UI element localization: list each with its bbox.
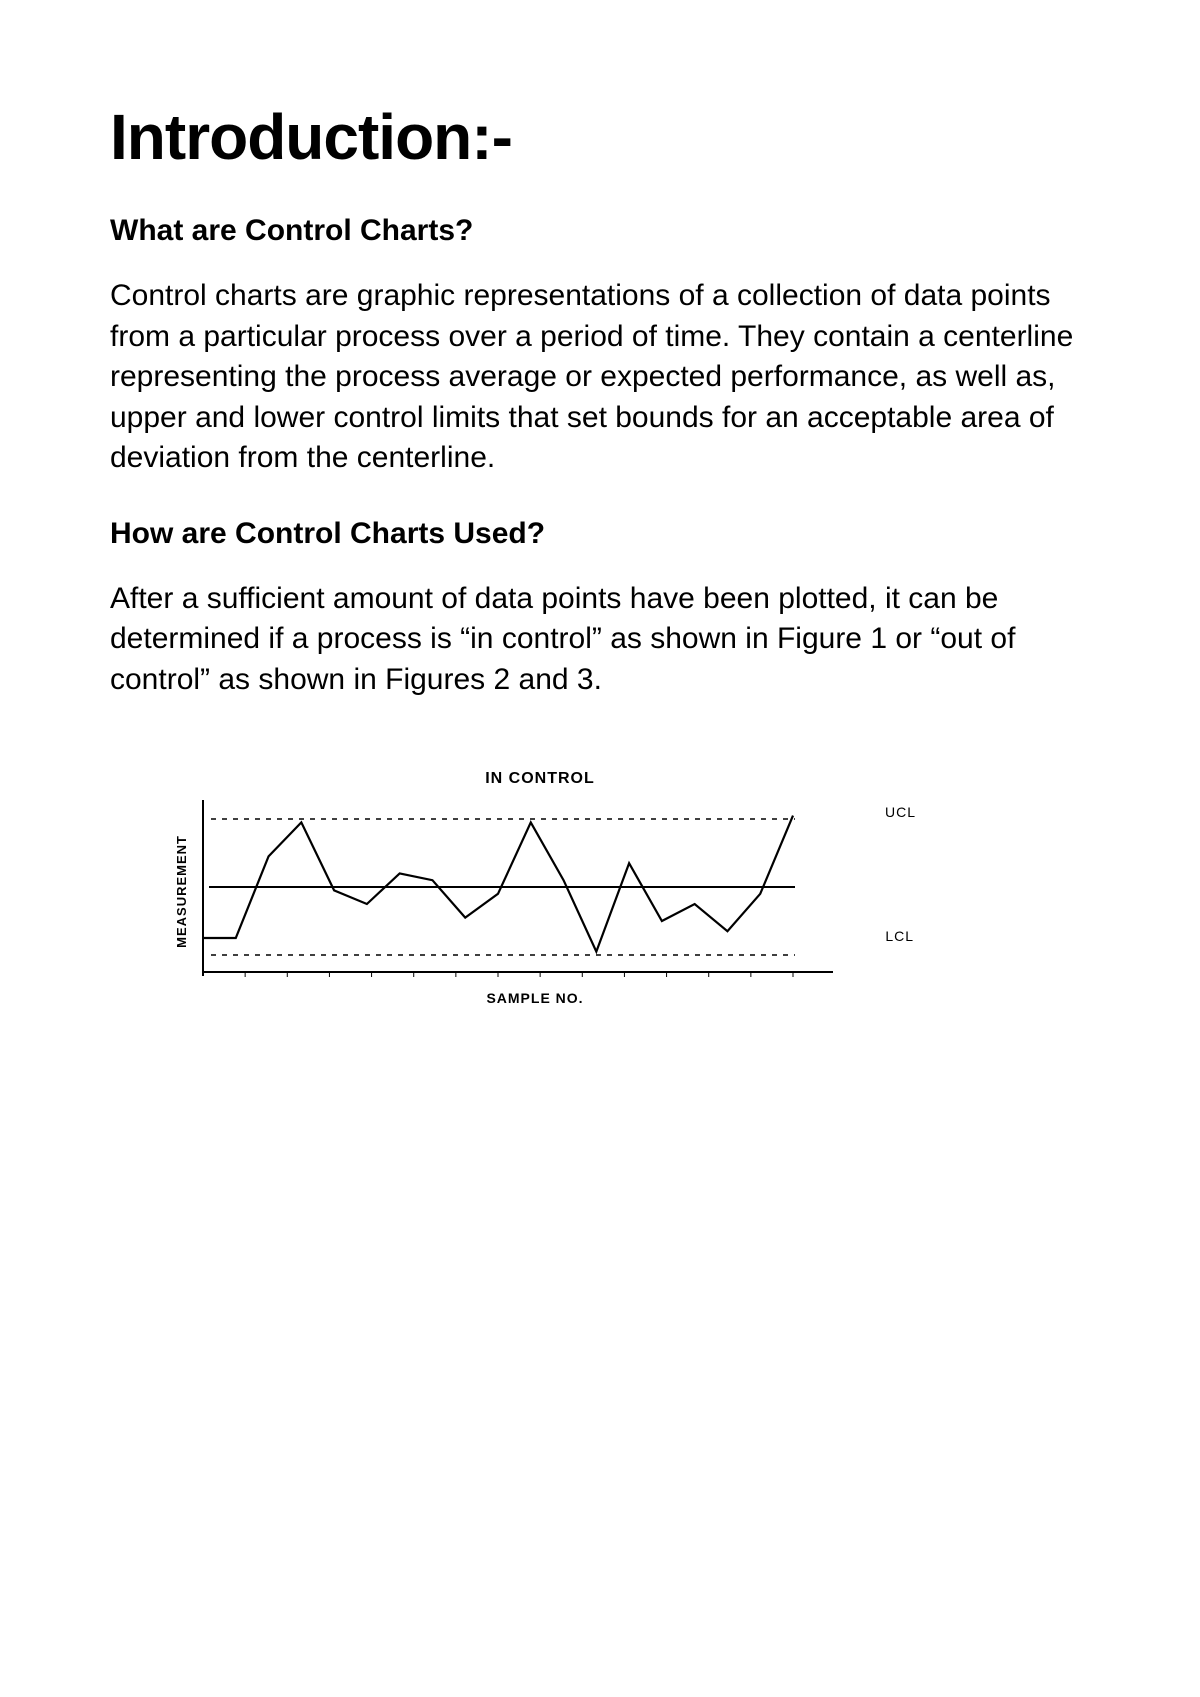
- section1-heading: What are Control Charts?: [110, 214, 1090, 248]
- control-chart-figure: IN CONTROL MEASUREMENT UCL LCL SAMPLE NO…: [170, 770, 870, 1006]
- chart-title: IN CONTROL: [210, 770, 870, 788]
- page-title: Introduction:-: [110, 100, 1090, 174]
- chart-plot-area: UCL LCL: [193, 796, 870, 986]
- chart-ucl-label: UCL: [885, 804, 916, 820]
- section2-body: After a sufficient amount of data points…: [110, 579, 1090, 701]
- chart-ylabel: MEASUREMENT: [170, 835, 193, 948]
- section2-heading: How are Control Charts Used?: [110, 517, 1090, 551]
- chart-lcl-label: LCL: [885, 928, 914, 944]
- chart-xlabel: SAMPLE NO.: [200, 990, 870, 1006]
- section1-body: Control charts are graphic representatio…: [110, 276, 1090, 479]
- chart-svg: [193, 796, 833, 986]
